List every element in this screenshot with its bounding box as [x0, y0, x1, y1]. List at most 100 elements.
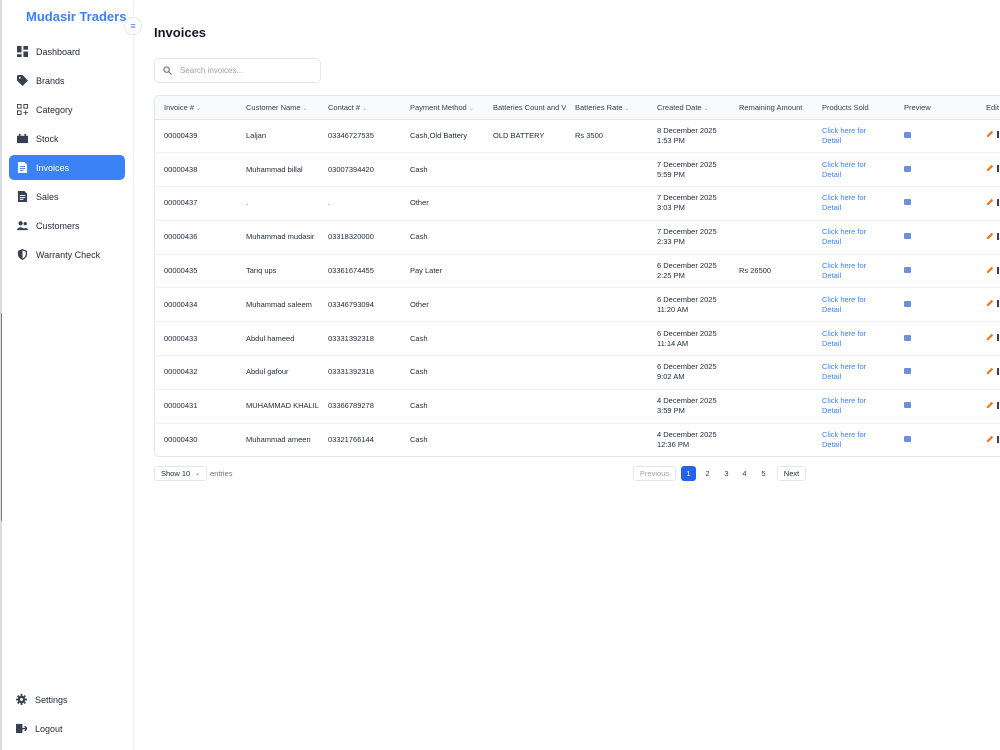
preview-icon[interactable]: [904, 300, 911, 307]
preview-icon[interactable]: [904, 436, 911, 443]
table-row[interactable]: 00000435 Tariq ups 03361674455 Pay Later 6 D…: [155, 254, 1000, 289]
link-text: Click here for: [822, 159, 867, 169]
pagination-page-1[interactable]: 1: [681, 466, 696, 481]
edit-pencil-icon[interactable]: [986, 367, 994, 375]
preview-icon[interactable]: [904, 165, 911, 172]
sidebar-item-settings[interactable]: Settings: [16, 694, 68, 705]
products-detail-link[interactable]: Click here for Detail: [822, 362, 895, 382]
cell-remaining-amount: [730, 321, 813, 357]
cell-preview: [895, 220, 977, 255]
column-header-label: Invoice #: [164, 102, 195, 112]
edit-pencil-icon[interactable]: [986, 401, 994, 409]
sort-icon[interactable]: ⌄: [362, 106, 367, 112]
link-text: Click here for: [822, 294, 867, 304]
cell-products-sold: Click here for Detail: [813, 355, 895, 390]
pagination-next[interactable]: Next: [777, 466, 806, 481]
edit-pencil-icon[interactable]: [986, 198, 994, 206]
edit-pencil-icon[interactable]: [986, 130, 994, 138]
cell-preview: [895, 321, 977, 357]
table-row[interactable]: 00000436 Muhammad mudasir 03318320000 Cash 7…: [155, 220, 1000, 255]
page-size-select[interactable]: Show 10 ⌄: [154, 466, 207, 481]
table-row[interactable]: 00000430 Muhammad ameen 03321766144 Cash 4 D…: [155, 423, 1000, 456]
products-detail-link[interactable]: Click here for Detail: [822, 227, 895, 247]
table-row[interactable]: 00000431 MUHAMMAD KHALIL 03366789278 Cash 4 …: [155, 389, 1000, 424]
edit-pencil-icon[interactable]: [986, 266, 994, 274]
cell-rate: [566, 186, 648, 221]
preview-icon[interactable]: [904, 334, 911, 341]
preview-icon[interactable]: [904, 402, 911, 409]
preview-icon[interactable]: [904, 199, 911, 206]
edit-label-clipped: [997, 232, 999, 240]
search-input[interactable]: [180, 66, 310, 75]
sort-icon[interactable]: ⌄: [469, 106, 474, 112]
link-text: Detail: [822, 372, 842, 382]
search-box[interactable]: [154, 58, 321, 83]
edit-pencil-icon[interactable]: [986, 435, 994, 443]
column-header[interactable]: Invoice # ⌄: [155, 96, 237, 120]
products-detail-link[interactable]: Click here for Detail: [822, 396, 895, 416]
pagination-previous[interactable]: Previous: [633, 466, 676, 481]
table-row[interactable]: 00000438 Muhammad billal 03007394420 Cash 7 …: [155, 152, 1000, 188]
column-header[interactable]: Contact # ⌄: [319, 96, 401, 120]
sidebar-item-dashboard[interactable]: Dashboard: [9, 39, 125, 64]
column-header-label: Batteries Count and Ve: [493, 102, 566, 112]
sidebar-item-logout[interactable]: Logout: [16, 723, 63, 734]
sidebar-item-customers[interactable]: Customers: [9, 213, 125, 238]
link-text: Click here for: [822, 430, 867, 440]
table-row[interactable]: 00000433 Abdul hameed 03331392318 Cash 6 Dec…: [155, 321, 1000, 357]
sort-icon[interactable]: ⌄: [625, 106, 630, 112]
cell-batteries-count: [484, 152, 566, 188]
cell-payment: Cash: [410, 435, 428, 445]
edit-pencil-icon[interactable]: [986, 232, 994, 240]
cell-customer: Tariq ups: [237, 254, 319, 289]
products-detail-link[interactable]: Click here for Detail: [822, 295, 895, 315]
sidebar-item-stock[interactable]: Stock: [9, 126, 125, 151]
cell-edit: [977, 321, 1000, 357]
sort-icon[interactable]: ⌄: [303, 106, 308, 112]
sidebar-item-invoices[interactable]: Invoices: [9, 155, 125, 180]
pagination-page-5[interactable]: 5: [756, 466, 771, 481]
edit-pencil-icon[interactable]: [986, 299, 994, 307]
table-row[interactable]: 00000439 Laljan 03346727535 Cash,Old Batter…: [155, 119, 1000, 154]
table-row[interactable]: 00000434 Muhammad saleem 03346793094 Other 6…: [155, 287, 1000, 323]
pagination-page-2[interactable]: 2: [700, 466, 715, 481]
products-detail-link[interactable]: Click here for Detail: [822, 126, 895, 146]
sort-icon[interactable]: ⌄: [704, 106, 709, 112]
cell-remaining-amount: [730, 220, 813, 255]
products-detail-link[interactable]: Click here for Detail: [822, 193, 895, 213]
preview-icon[interactable]: [904, 131, 911, 138]
products-detail-link[interactable]: Click here for Detail: [822, 329, 895, 349]
cell-customer: Abdul hameed: [237, 321, 319, 357]
table-row[interactable]: 00000432 Abdul gafour 03331392318 Cash 6 Dec…: [155, 355, 1000, 390]
cell-customer: Muhammad mudasir: [237, 220, 319, 255]
column-header[interactable]: Payment Method ⌄: [401, 96, 484, 120]
sort-icon[interactable]: ⌄: [196, 106, 201, 112]
collapse-sidebar-icon[interactable]: ≡: [124, 17, 142, 35]
sidebar-item-category[interactable]: Category: [9, 97, 125, 122]
products-detail-link[interactable]: Click here for Detail: [822, 261, 895, 281]
cell-edit: [977, 152, 1000, 188]
column-header[interactable]: Created Date ⌄: [648, 96, 730, 120]
cell-created-date: 4 December 2025 12:36 PM: [648, 423, 730, 456]
sidebar-item-brands[interactable]: Brands: [9, 68, 125, 93]
pagination-page-3[interactable]: 3: [719, 466, 734, 481]
link-text: Detail: [822, 237, 842, 247]
cell-created-date: 7 December 2025 3:03 PM: [648, 186, 730, 221]
cell-products-sold: Click here for Detail: [813, 321, 895, 357]
column-header[interactable]: Customer Name ⌄: [237, 96, 319, 120]
created-time: 2:25 PM: [657, 271, 685, 281]
cell-created-date: 6 December 2025 9:02 AM: [648, 355, 730, 390]
sidebar-item-label: Invoices: [36, 162, 70, 173]
pagination-page-4[interactable]: 4: [737, 466, 752, 481]
preview-icon[interactable]: [904, 267, 911, 274]
sidebar-item-sales[interactable]: Sales: [9, 184, 125, 209]
products-detail-link[interactable]: Click here for Detail: [822, 430, 895, 450]
edit-pencil-icon[interactable]: [986, 164, 994, 172]
edit-pencil-icon[interactable]: [986, 333, 994, 341]
table-row[interactable]: 00000437.. Other 7 December 2025 3:03 PM Cli…: [155, 186, 1000, 221]
products-detail-link[interactable]: Click here for Detail: [822, 160, 895, 180]
preview-icon[interactable]: [904, 233, 911, 240]
preview-icon[interactable]: [904, 368, 911, 375]
sidebar-item-warranty-check[interactable]: Warranty Check: [9, 242, 125, 267]
column-header[interactable]: Batteries Rate ⌄: [566, 96, 648, 120]
